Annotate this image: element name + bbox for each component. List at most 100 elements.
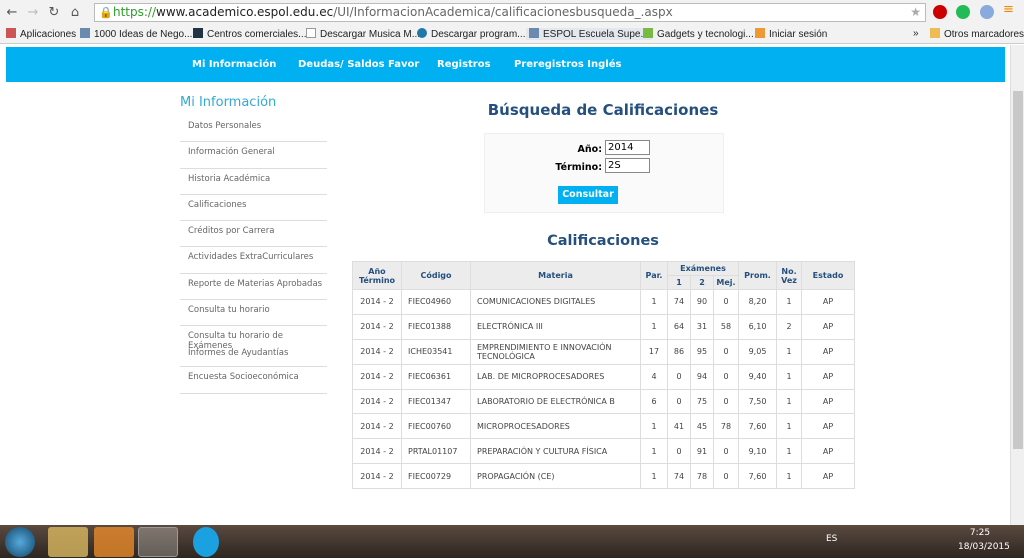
sidebar-item[interactable]: Créditos por Carrera [180, 221, 327, 248]
table-cell: FIEC04960 [401, 289, 471, 315]
bookmarks-bar: Aplicaciones 1000 Ideas de Nego... Centr… [0, 24, 1024, 44]
sidebar-item[interactable]: Consulta tu horario [180, 300, 327, 327]
table-cell: 0 [713, 463, 739, 490]
table-cell: FIEC00729 [401, 463, 471, 490]
table-cell: 17 [640, 338, 668, 365]
table-cell: 2014 - 2 [352, 289, 402, 315]
table-cell: ELECTRÓNICA III [470, 313, 641, 340]
forward-icon[interactable]: → [24, 5, 42, 20]
table-cell: 58 [713, 313, 739, 340]
table-cell: FIEC06361 [401, 363, 471, 390]
table-row: 2014 - 2 FIEC06361 LAB. DE MICROPROCESADOR… [352, 363, 855, 390]
scrollbar[interactable] [1010, 45, 1024, 525]
table-cell: 1 [640, 463, 668, 490]
table-cell: 90 [690, 289, 714, 315]
table-cell: PREPARACIÓN Y CULTURA FÍSICA [470, 438, 641, 465]
consultar-button[interactable]: Consultar [558, 186, 618, 204]
sidebar-item[interactable]: Reporte de Materias Aprobadas [180, 274, 327, 301]
bookmark[interactable]: 1000 Ideas de Nego... [80, 28, 192, 40]
bookmark[interactable]: Iniciar sesión [755, 28, 827, 40]
table-cell: 2014 - 2 [352, 363, 402, 390]
table-cell: LAB. DE MICROPROCESADORES [470, 363, 641, 390]
table-cell: AP [801, 388, 855, 415]
table-cell: 95 [690, 338, 714, 365]
table-cell: 31 [690, 313, 714, 340]
table-row: 2014 - 2 FIEC00729 PROPAGACIÓN (CE) 1 74 78 0 7… [352, 463, 855, 490]
clock-time[interactable]: 7:25 [958, 528, 1002, 538]
search-form: Año: 2014 Término: 2S Consultar [484, 133, 724, 213]
table-cell: 86 [667, 338, 691, 365]
bookmark[interactable]: Centros comerciales... [193, 28, 306, 40]
extension-icon[interactable] [980, 5, 994, 19]
bookmark[interactable]: Descargar Musica M... [306, 28, 420, 40]
explorer-icon[interactable] [48, 527, 88, 557]
menu-icon[interactable]: ≡ [1003, 2, 1017, 17]
table-cell: 4 [640, 363, 668, 390]
table-cell: 0 [713, 289, 739, 315]
year-input[interactable]: 2014 [605, 140, 650, 155]
term-input[interactable]: 2S [605, 158, 650, 173]
sidebar-item[interactable]: Datos Personales [180, 116, 327, 143]
table-cell: 2014 - 2 [352, 438, 402, 465]
bookmark[interactable]: ESPOL Escuela Supe... [526, 28, 652, 40]
table-cell: 0 [667, 363, 691, 390]
sidebar-item[interactable]: Encuesta Socioeconómica [180, 367, 327, 394]
sidebar-item[interactable]: Información General [180, 142, 327, 169]
table-cell: AP [801, 338, 855, 365]
reload-icon[interactable]: ↻ [45, 5, 63, 20]
table-cell: 1 [640, 289, 668, 315]
table-cell: 7,50 [738, 388, 777, 415]
nav-registros[interactable]: Registros [437, 59, 491, 70]
bookmark-star-icon[interactable]: ★ [910, 4, 921, 21]
page-content: Mi Información Deudas/ Saldos Favor Regi… [0, 45, 1010, 525]
table-cell: 1 [776, 463, 802, 490]
back-icon[interactable]: ← [3, 5, 21, 20]
table-cell: 1 [776, 289, 802, 315]
sidebar-item[interactable]: Calificaciones [180, 195, 327, 222]
table-cell: 6 [640, 388, 668, 415]
bookmark[interactable]: Gadgets y tecnologi... [643, 28, 754, 40]
table-cell: FIEC01388 [401, 313, 471, 340]
table-cell: EMPRENDIMIENTO E INNOVACIÓN TECNOLÓGICA [470, 338, 641, 365]
table-cell: AP [801, 289, 855, 315]
table-cell: 1 [776, 338, 802, 365]
table-cell: 45 [690, 413, 714, 440]
table-cell: 1 [776, 413, 802, 440]
table-cell: 78 [713, 413, 739, 440]
clock-date[interactable]: 18/03/2015 [958, 542, 1010, 552]
nav-preregistros[interactable]: Preregistros Inglés [514, 59, 621, 70]
other-bookmarks[interactable]: Otros marcadores [930, 28, 1024, 40]
start-button[interactable] [5, 527, 35, 557]
home-icon[interactable]: ⌂ [66, 5, 84, 20]
bookmarks-overflow[interactable]: » [913, 28, 919, 39]
language-indicator[interactable]: ES [826, 534, 837, 544]
table-cell: AP [801, 413, 855, 440]
table-cell: ICHE03541 [401, 338, 471, 365]
table-cell: 78 [690, 463, 714, 490]
table-cell: 94 [690, 363, 714, 390]
sidebar-item[interactable]: Historia Académica [180, 169, 327, 195]
table-row: 2014 - 2 ICHE03541 EMPRENDIMIENTO E INNOVA… [352, 338, 855, 365]
skype-icon[interactable] [193, 527, 219, 557]
table-cell: 1 [776, 363, 802, 390]
media-player-icon[interactable] [94, 527, 134, 557]
sidebar-item[interactable]: Consulta tu horario de Exámenes [180, 326, 327, 351]
top-navigation: Mi Información Deudas/ Saldos Favor Regi… [6, 47, 1005, 82]
nav-mi-informacion[interactable]: Mi Información [192, 59, 276, 70]
table-cell: 0 [713, 363, 739, 390]
nav-deudas[interactable]: Deudas/ Saldos Favor [298, 59, 419, 70]
chrome-icon[interactable] [138, 527, 178, 557]
extension-icon[interactable] [933, 5, 947, 19]
table-row: 2014 - 2 PRTAL01107 PREPARACIÓN Y CULTURA … [352, 438, 855, 465]
extension-icon[interactable] [956, 5, 970, 19]
table-cell: 1 [640, 313, 668, 340]
table-cell: 1 [776, 388, 802, 415]
table-cell: 2014 - 2 [352, 313, 402, 340]
sidebar-item[interactable]: Actividades ExtraCurriculares [180, 247, 327, 274]
scrollbar-thumb[interactable] [1013, 91, 1023, 449]
bookmark[interactable]: Aplicaciones [6, 28, 76, 40]
address-bar[interactable]: 🔒 https://www.academico.espol.edu.ec/UI/I… [94, 3, 926, 22]
browser-toolbar: ← → ↻ ⌂ 🔒 https://www.academico.espol.edu… [0, 0, 1024, 24]
bookmark[interactable]: Descargar program... [417, 28, 525, 40]
table-cell: 7,60 [738, 413, 777, 440]
